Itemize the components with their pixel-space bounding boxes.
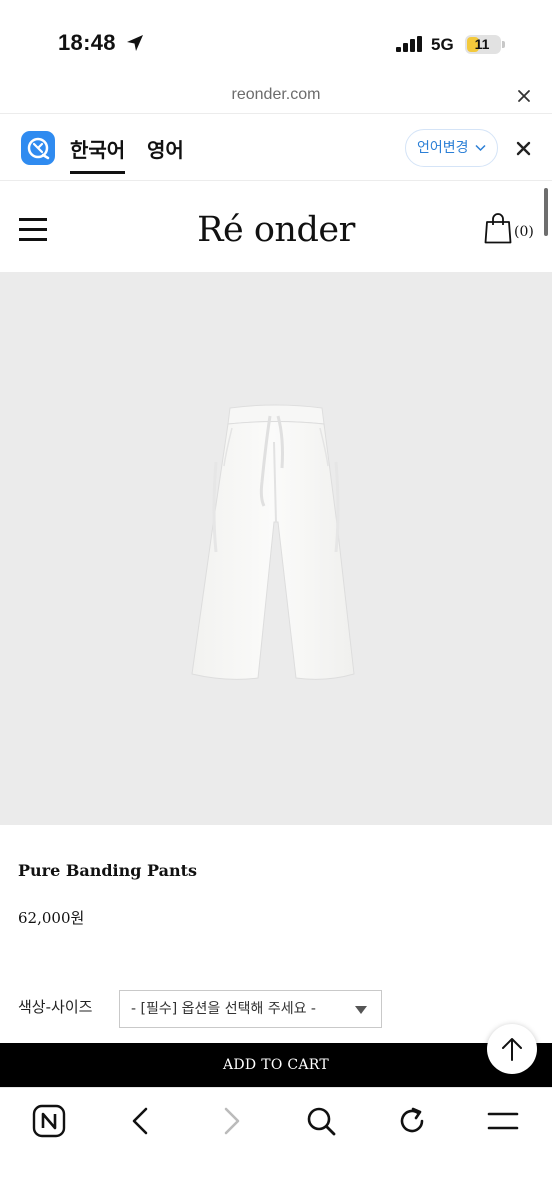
pants-image [191,404,355,680]
naver-home-icon[interactable] [32,1104,66,1138]
tab-korean[interactable]: 한국어 [70,134,126,174]
browser-bottom-bar [0,1087,552,1200]
menu-icon[interactable] [486,1104,520,1138]
network-type: 5G [431,35,454,54]
close-icon[interactable] [516,88,532,104]
back-arrow-icon[interactable] [124,1104,158,1138]
reload-icon[interactable] [395,1104,429,1138]
scroll-to-top-button[interactable] [487,1024,537,1074]
product-price: 62,000원 [18,909,85,927]
chevron-down-icon [475,144,486,152]
status-bar: 18:48 5G 11 [0,0,552,82]
option-select-value: - [필수] 옵션을 선택해 주세요 - [131,1001,316,1017]
language-change-label: 언어변경 [417,140,469,156]
translate-logo-icon [21,131,55,165]
scrollbar[interactable] [544,188,548,236]
translate-bar: 한국어 영어 언어변경 [0,113,552,181]
brand-logo[interactable]: Ré onder [0,210,552,250]
signal-bars-icon [396,36,422,52]
search-icon[interactable] [304,1104,338,1138]
shopping-bag-icon[interactable] [484,212,512,244]
url-domain[interactable]: reonder.com [0,86,552,104]
location-arrow-icon [127,35,143,51]
language-change-button[interactable]: 언어변경 [405,129,498,167]
option-label: 색상-사이즈 [18,998,93,1016]
arrow-up-icon [502,1038,522,1061]
url-bar[interactable]: reonder.com [0,82,552,112]
cart-count[interactable]: (0) [514,224,534,240]
add-to-cart-button[interactable]: ADD TO CART [0,1043,552,1087]
forward-arrow-icon[interactable] [214,1104,248,1138]
battery-icon: 11 [465,35,505,54]
tab-english[interactable]: 영어 [147,134,184,163]
product-image[interactable] [0,272,552,825]
option-select[interactable]: - [필수] 옵션을 선택해 주세요 - [119,990,382,1028]
status-time: 18:48 [58,30,116,55]
dropdown-triangle-icon [355,1006,367,1014]
battery-nub [502,41,505,48]
product-name: Pure Banding Pants [18,861,198,880]
close-translate-icon[interactable] [516,141,531,156]
battery-level: 11 [474,36,490,52]
shop-header: Ré onder (0) [0,182,552,272]
